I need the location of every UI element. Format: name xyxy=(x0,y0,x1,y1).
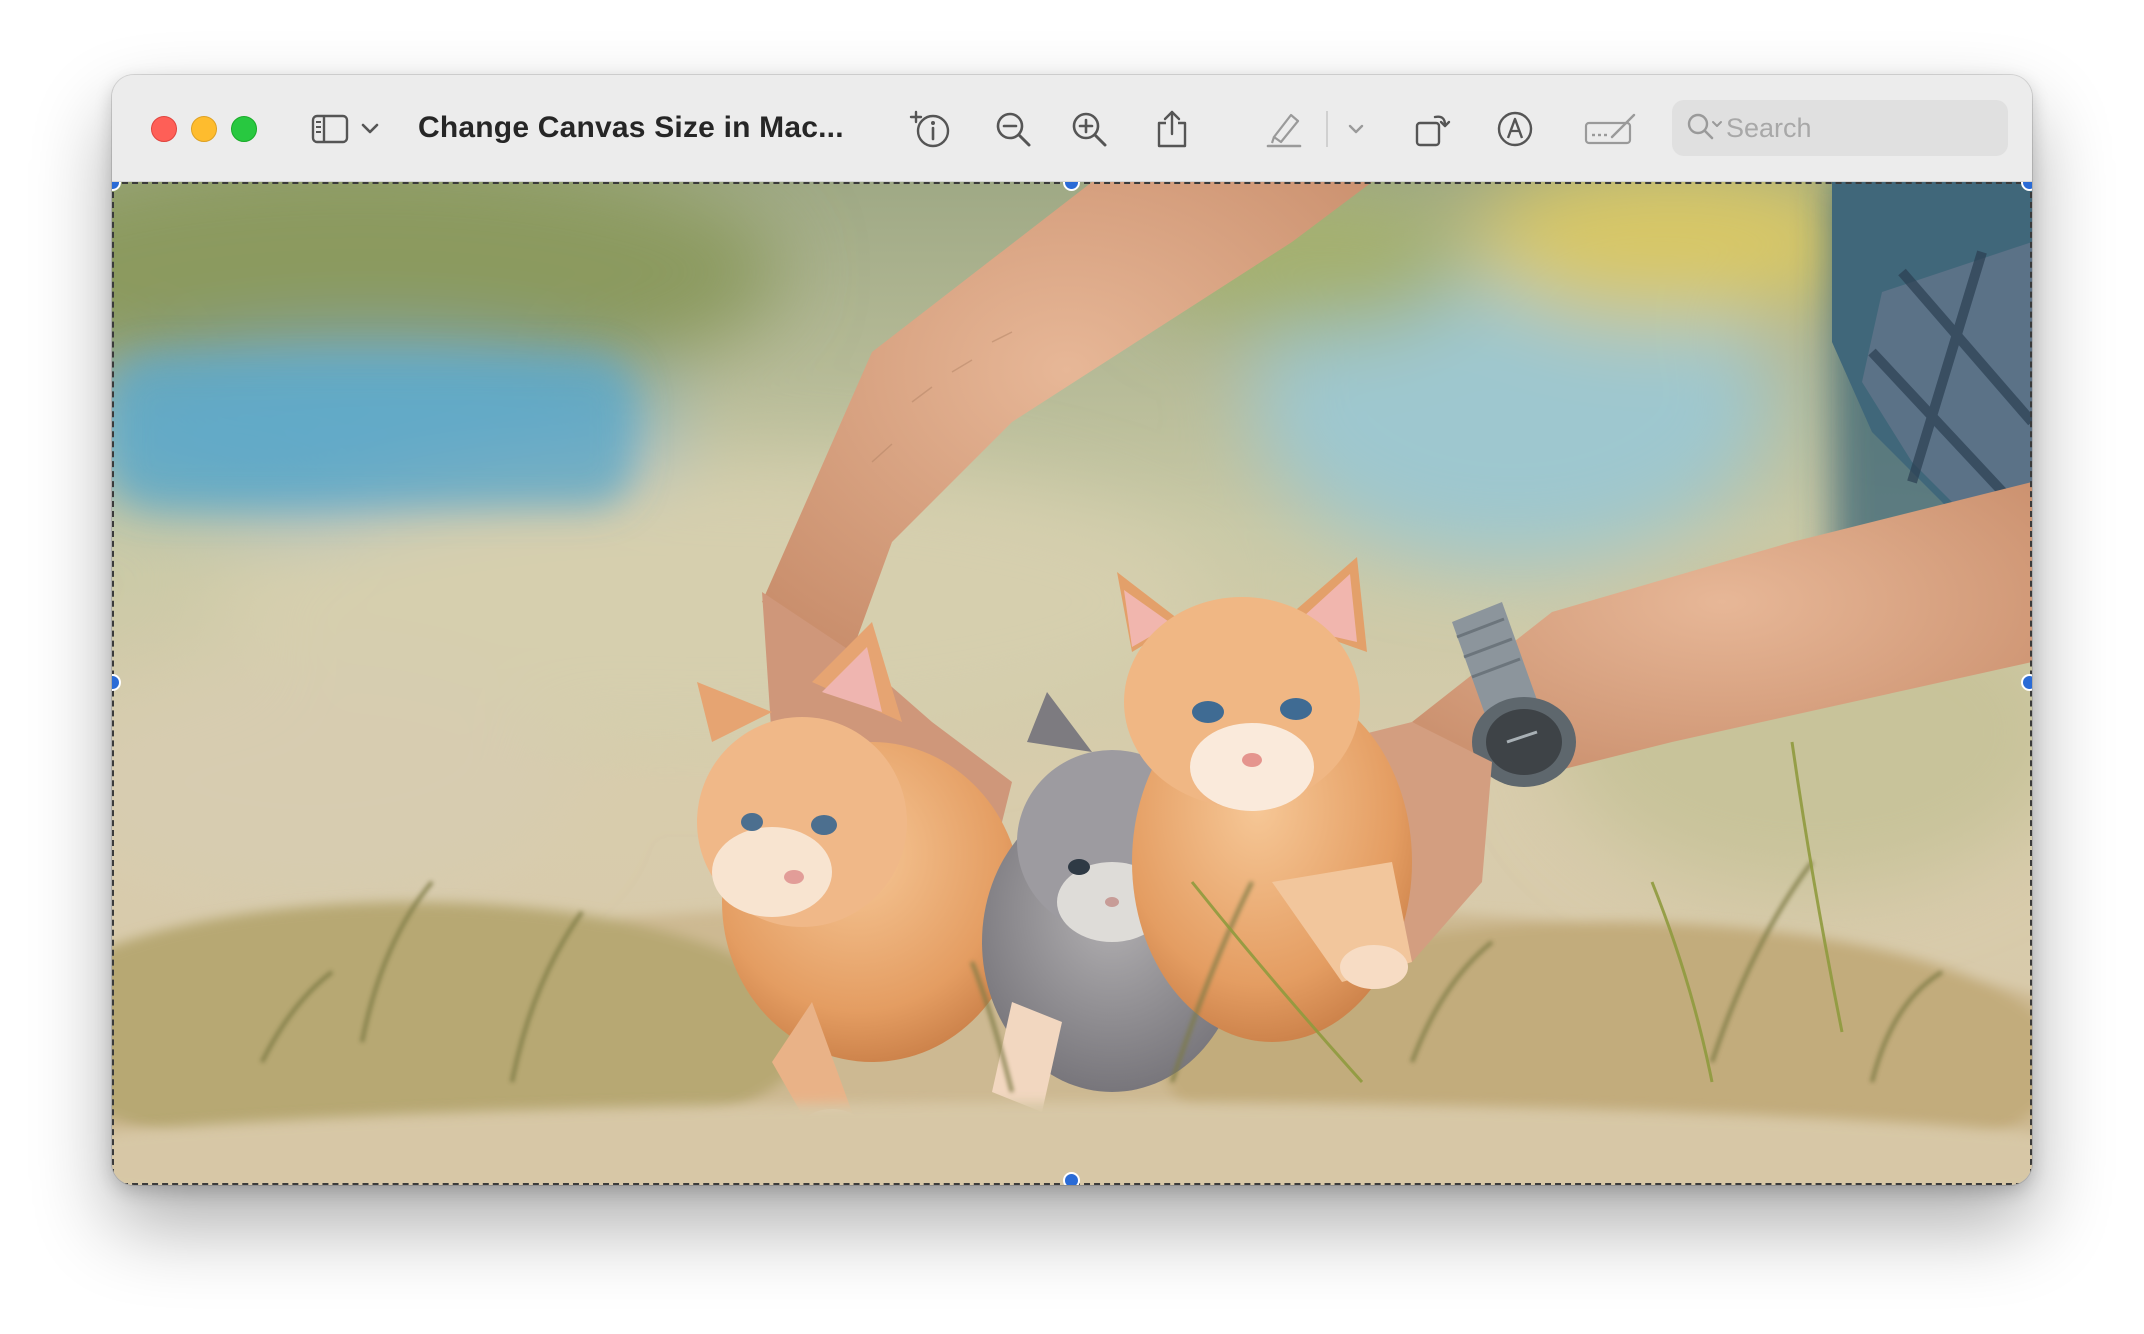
chevron-down-icon xyxy=(361,123,379,134)
photo-kittens xyxy=(112,182,2032,1185)
highlight-button[interactable] xyxy=(1262,109,1306,149)
share-icon xyxy=(1157,110,1187,148)
rotate-icon xyxy=(1415,115,1451,147)
window-title: Change Canvas Size in Mac... xyxy=(418,111,844,144)
resize-handle-bottom[interactable] xyxy=(1063,1172,1080,1185)
highlight-menu-button[interactable] xyxy=(1344,109,1368,149)
zoom-out-icon xyxy=(996,112,1031,147)
chevron-down-icon xyxy=(1348,124,1364,134)
share-button[interactable] xyxy=(1152,109,1192,149)
markup-icon xyxy=(1497,111,1533,147)
sidebar-menu-button[interactable] xyxy=(358,109,382,149)
search-field[interactable] xyxy=(1672,100,2008,156)
signature-icon xyxy=(1584,113,1636,145)
zoom-in-icon xyxy=(1072,112,1107,147)
sign-button[interactable] xyxy=(1582,109,1638,149)
close-button[interactable] xyxy=(151,116,177,142)
search-icon xyxy=(1687,113,1722,140)
toolbar-divider xyxy=(1326,111,1328,147)
desktop: Change Canvas Size in Mac... xyxy=(0,0,2144,1334)
sidebar-toggle-button[interactable] xyxy=(308,109,352,149)
toolbar: Change Canvas Size in Mac... xyxy=(112,75,2032,182)
minimize-button[interactable] xyxy=(191,116,217,142)
inspector-button[interactable] xyxy=(906,109,956,149)
image-canvas[interactable] xyxy=(112,182,2032,1185)
rotate-button[interactable] xyxy=(1412,109,1454,149)
preview-window: Change Canvas Size in Mac... xyxy=(112,75,2032,1185)
markup-button[interactable] xyxy=(1494,109,1536,149)
highlighter-icon xyxy=(1266,113,1302,148)
search-input[interactable] xyxy=(1726,100,1996,156)
zoom-out-button[interactable] xyxy=(992,109,1034,149)
sidebar-icon xyxy=(311,114,349,144)
info-icon xyxy=(909,110,950,148)
resize-handle-right[interactable] xyxy=(2021,674,2032,691)
zoom-window-button[interactable] xyxy=(231,116,257,142)
zoom-in-button[interactable] xyxy=(1068,109,1110,149)
